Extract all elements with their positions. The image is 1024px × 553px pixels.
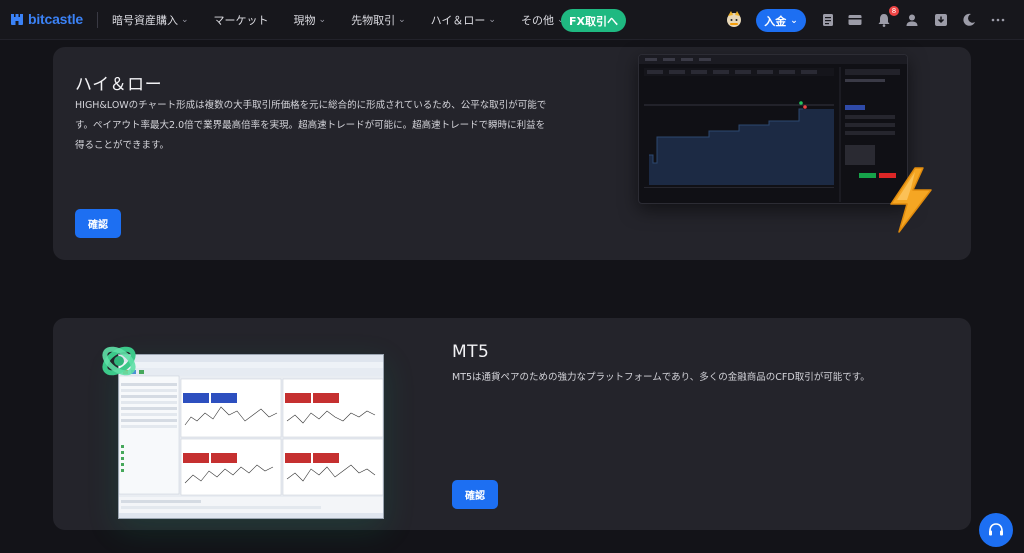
menu-item-crypto-purchase[interactable]: 暗号資産購入 ⌄ <box>112 12 189 28</box>
chevron-down-icon: ⌄ <box>318 15 327 25</box>
chevron-down-icon: ⌄ <box>181 15 189 25</box>
menu-item-label: 暗号資産購入 <box>112 14 178 27</box>
menu-item-label: その他 <box>520 14 554 27</box>
lightning-bolt-icon <box>890 167 932 233</box>
menu-item-futures[interactable]: 先物取引 ⌄ <box>351 12 406 28</box>
mt5-window-graphic <box>119 355 383 518</box>
logo[interactable]: bitcastle <box>10 11 83 27</box>
logo-text: bitcastle <box>28 11 83 27</box>
menu-item-label: マーケット <box>213 14 269 27</box>
more-icon[interactable] <box>990 12 1006 28</box>
orders-icon[interactable] <box>820 12 836 28</box>
high-low-chart-graphic <box>639 55 907 202</box>
chevron-down-icon: ⌄ <box>790 15 798 26</box>
fx-trade-button[interactable]: FX取引へ <box>561 9 626 32</box>
wallet-card-icon[interactable] <box>847 12 863 28</box>
notification-badge: 8 <box>889 6 899 16</box>
moon-icon[interactable] <box>961 12 977 28</box>
nav-divider <box>97 12 98 28</box>
menu-item-market[interactable]: マーケット <box>214 12 269 28</box>
mt5-platform-screenshot <box>118 354 384 519</box>
menu-item-high-low[interactable]: ハイ＆ロー ⌄ <box>431 12 496 28</box>
description-line: 得ることができます。 <box>75 140 170 151</box>
bitcastle-logo-icon <box>11 14 23 25</box>
user-icon[interactable] <box>904 12 920 28</box>
headset-icon <box>989 523 1003 536</box>
mt5-confirm-button[interactable]: 確認 <box>452 480 498 509</box>
high-low-title: ハイ＆ロー <box>75 75 163 95</box>
menu-item-label: ハイ＆ロー <box>430 14 486 27</box>
mt5-description: MT5は通貨ペアのための強力なプラットフォームであり、多くの金融商品のCFD取引… <box>452 372 870 383</box>
deposit-button[interactable]: 入金 ⌄ <box>756 9 806 32</box>
mt5-title: MT5 <box>452 342 490 362</box>
description-line: す。ペイアウト率最大2.0倍で業界最高倍率を実現。超高速トレードが可能に。超高速… <box>75 120 546 131</box>
menu-item-label: 現物 <box>293 14 316 27</box>
main-menu: 暗号資産購入 ⌄ マーケット 現物 ⌄ 先物取引 ⌄ ハイ＆ロー ⌄ その他 ⌄ <box>112 0 590 40</box>
download-icon[interactable] <box>933 12 949 28</box>
chevron-down-icon: ⌄ <box>398 15 406 25</box>
high-low-confirm-button[interactable]: 確認 <box>75 209 121 238</box>
menu-item-spot[interactable]: 現物 ⌄ <box>294 12 327 28</box>
description-line: HIGH&LOWのチャート形成は複数の大手取引所価格を元に総合的に形成されている… <box>75 100 547 111</box>
green-ring-icon <box>102 346 136 376</box>
top-nav: bitcastle 暗号資産購入 ⌄ マーケット 現物 ⌄ 先物取引 ⌄ ハイ＆… <box>0 0 1024 40</box>
menu-item-other[interactable]: その他 ⌄ <box>521 12 565 28</box>
chevron-down-icon: ⌄ <box>488 15 496 25</box>
mascot-avatar-icon[interactable] <box>724 9 744 29</box>
high-low-platform-screenshot <box>638 54 908 204</box>
deposit-label: 入金 <box>764 14 787 28</box>
high-low-description: HIGH&LOWのチャート形成は複数の大手取引所価格を元に総合的に形成されている… <box>75 96 595 156</box>
menu-item-label: 先物取引 <box>351 14 396 27</box>
support-chat-button[interactable] <box>979 513 1013 547</box>
